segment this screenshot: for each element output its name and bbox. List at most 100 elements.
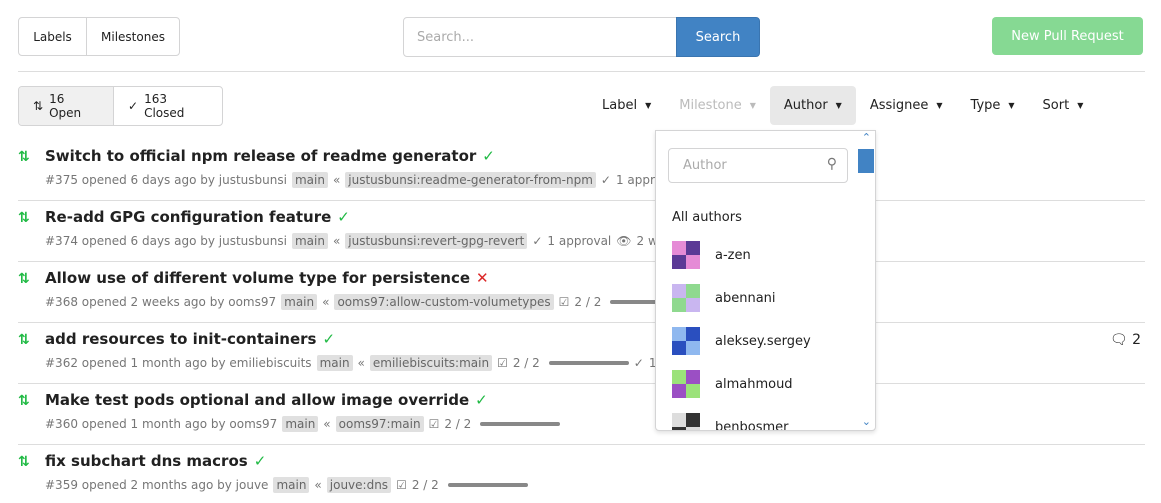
head-branch[interactable]: jouve:dns — [326, 477, 392, 493]
comment-count[interactable]: 🗨 2 — [1110, 332, 1141, 348]
check-success-icon: ✓ — [475, 391, 488, 409]
pull-request-title[interactable]: Re-add GPG configuration feature ✓ — [45, 208, 350, 226]
filter-type[interactable]: Type ▼ — [957, 86, 1029, 125]
task-progress-bar — [447, 483, 528, 487]
filter-milestone: Milestone ▼ — [679, 98, 756, 113]
search-button[interactable]: Search — [676, 17, 760, 57]
caret-down-icon: ▼ — [1077, 101, 1084, 110]
labels-milestones-group: Labels Milestones — [18, 17, 180, 56]
filter-sort[interactable]: Sort ▼ — [1029, 86, 1098, 125]
author-option[interactable]: abennani — [672, 284, 776, 312]
base-branch[interactable]: main — [273, 477, 310, 493]
tasks-icon: ☑ — [558, 295, 570, 309]
comment-icon: 🗨 — [1109, 332, 1128, 348]
base-branch[interactable]: main — [282, 416, 319, 432]
search-icon: ⚲ — [826, 156, 837, 172]
head-branch[interactable]: justusbunsi:readme-generator-from-npm — [345, 172, 596, 188]
avatar — [672, 241, 700, 269]
caret-down-icon: ▼ — [749, 101, 756, 110]
pull-request-icon: ⇅ — [33, 99, 44, 113]
head-branch[interactable]: ooms97:allow-custom-volumetypes — [334, 294, 554, 310]
tasks-icon: ☑ — [428, 417, 440, 431]
scrollbar-thumb[interactable] — [858, 149, 874, 173]
pull-request-meta: #368 opened 2 weeks ago by ooms97 main « … — [45, 294, 691, 310]
pull-request-meta: #359 opened 2 months ago by jouve main « … — [45, 477, 528, 493]
author-option[interactable]: almahmoud — [672, 370, 793, 398]
author-search-input[interactable]: Author ⚲ — [668, 148, 848, 183]
filter-author[interactable]: Author ▼ — [769, 86, 856, 125]
approval-check-icon: ✓ — [633, 356, 644, 370]
avatar — [672, 327, 700, 355]
scroll-down-icon[interactable]: ⌄ — [862, 415, 871, 428]
task-progress-bar — [480, 422, 561, 426]
head-branch[interactable]: ooms97:main — [335, 416, 424, 432]
tab-open[interactable]: ⇅ 16 Open — [19, 87, 114, 125]
pull-request-title[interactable]: Switch to official npm release of readme… — [45, 147, 495, 165]
pull-request-title[interactable]: fix subchart dns macros ✓ — [45, 452, 266, 470]
base-branch[interactable]: main — [291, 172, 328, 188]
pull-request-title[interactable]: Allow use of different volume type for p… — [45, 269, 489, 287]
base-branch[interactable]: main — [316, 355, 353, 371]
scroll-up-icon[interactable]: ⌃ — [862, 131, 871, 144]
pull-request-title[interactable]: add resources to init-containers ✓ — [45, 330, 335, 348]
pull-request-meta: #374 opened 6 days ago by justusbunsi ma… — [45, 233, 673, 249]
check-success-icon: ✓ — [322, 330, 336, 348]
pull-request-icon: ⇅ — [18, 332, 30, 348]
milestones-button[interactable]: Milestones — [87, 18, 179, 55]
merge-arrow-icon: « — [332, 173, 341, 187]
avatar — [672, 370, 700, 398]
pull-request-icon: ⇅ — [18, 271, 30, 287]
merge-arrow-icon: « — [332, 234, 341, 248]
search-input[interactable]: Search... — [403, 17, 677, 57]
author-option[interactable]: benbosmer — [672, 413, 788, 430]
check-icon: ✓ — [128, 99, 139, 113]
pull-request-meta: #375 opened 6 days ago by justusbunsi ma… — [45, 172, 680, 188]
pull-request-icon: ⇅ — [18, 454, 30, 470]
divider — [18, 322, 1145, 323]
divider — [18, 444, 1145, 445]
divider — [18, 383, 1145, 384]
new-pull-request-button[interactable]: New Pull Request — [992, 17, 1143, 55]
pull-request-title[interactable]: Make test pods optional and allow image … — [45, 391, 488, 409]
tasks-icon: ☑ — [396, 478, 407, 492]
tasks-icon: ☑ — [497, 356, 508, 370]
caret-down-icon: ▼ — [835, 101, 842, 110]
filter-assignee[interactable]: Assignee ▼ — [856, 86, 957, 125]
avatar — [672, 413, 700, 430]
eye-icon: 👁 — [616, 234, 632, 248]
all-authors-option[interactable]: All authors — [672, 210, 742, 225]
check-failure-icon: ✕ — [476, 269, 489, 287]
caret-down-icon: ▼ — [936, 101, 943, 110]
tab-closed[interactable]: ✓ 163 Closed — [114, 87, 222, 125]
head-branch[interactable]: emiliebiscuits:main — [369, 355, 493, 371]
merge-arrow-icon: « — [314, 478, 322, 492]
task-progress-bar — [548, 361, 629, 365]
base-branch[interactable]: main — [281, 294, 318, 310]
check-success-icon: ✓ — [337, 208, 350, 226]
author-dropdown: Author ⚲ ⌃ ⌄ All authors a-zen abennani ale… — [655, 130, 876, 431]
pull-request-icon: ⇅ — [18, 210, 30, 226]
pull-request-icon: ⇅ — [18, 149, 30, 165]
check-success-icon: ✓ — [253, 452, 267, 470]
base-branch[interactable]: main — [291, 233, 328, 249]
pull-request-meta: #362 opened 1 month ago by emiliebiscuit… — [45, 355, 675, 371]
head-branch[interactable]: justusbunsi:revert-gpg-revert — [345, 233, 528, 249]
state-tabs: ⇅ 16 Open ✓ 163 Closed — [18, 86, 223, 126]
filter-label[interactable]: Label ▼ — [588, 86, 665, 125]
author-option[interactable]: aleksey.sergey — [672, 327, 811, 355]
pull-request-meta: #360 opened 1 month ago by ooms97 main « … — [45, 416, 561, 432]
author-option[interactable]: a-zen — [672, 241, 751, 269]
caret-down-icon: ▼ — [645, 101, 652, 110]
merge-arrow-icon: « — [322, 295, 330, 309]
divider — [18, 71, 1145, 72]
approval-check-icon: ✓ — [600, 173, 611, 187]
check-success-icon: ✓ — [482, 147, 495, 165]
caret-down-icon: ▼ — [1008, 101, 1015, 110]
divider — [18, 200, 1145, 201]
filter-bar: Label ▼ Milestone ▼ Author ▼ Assignee ▼ Type… — [588, 86, 1097, 125]
pull-request-icon: ⇅ — [18, 393, 30, 409]
merge-arrow-icon: « — [323, 417, 331, 431]
divider — [18, 261, 1145, 262]
labels-button[interactable]: Labels — [19, 18, 87, 55]
approval-check-icon: ✓ — [532, 234, 543, 248]
